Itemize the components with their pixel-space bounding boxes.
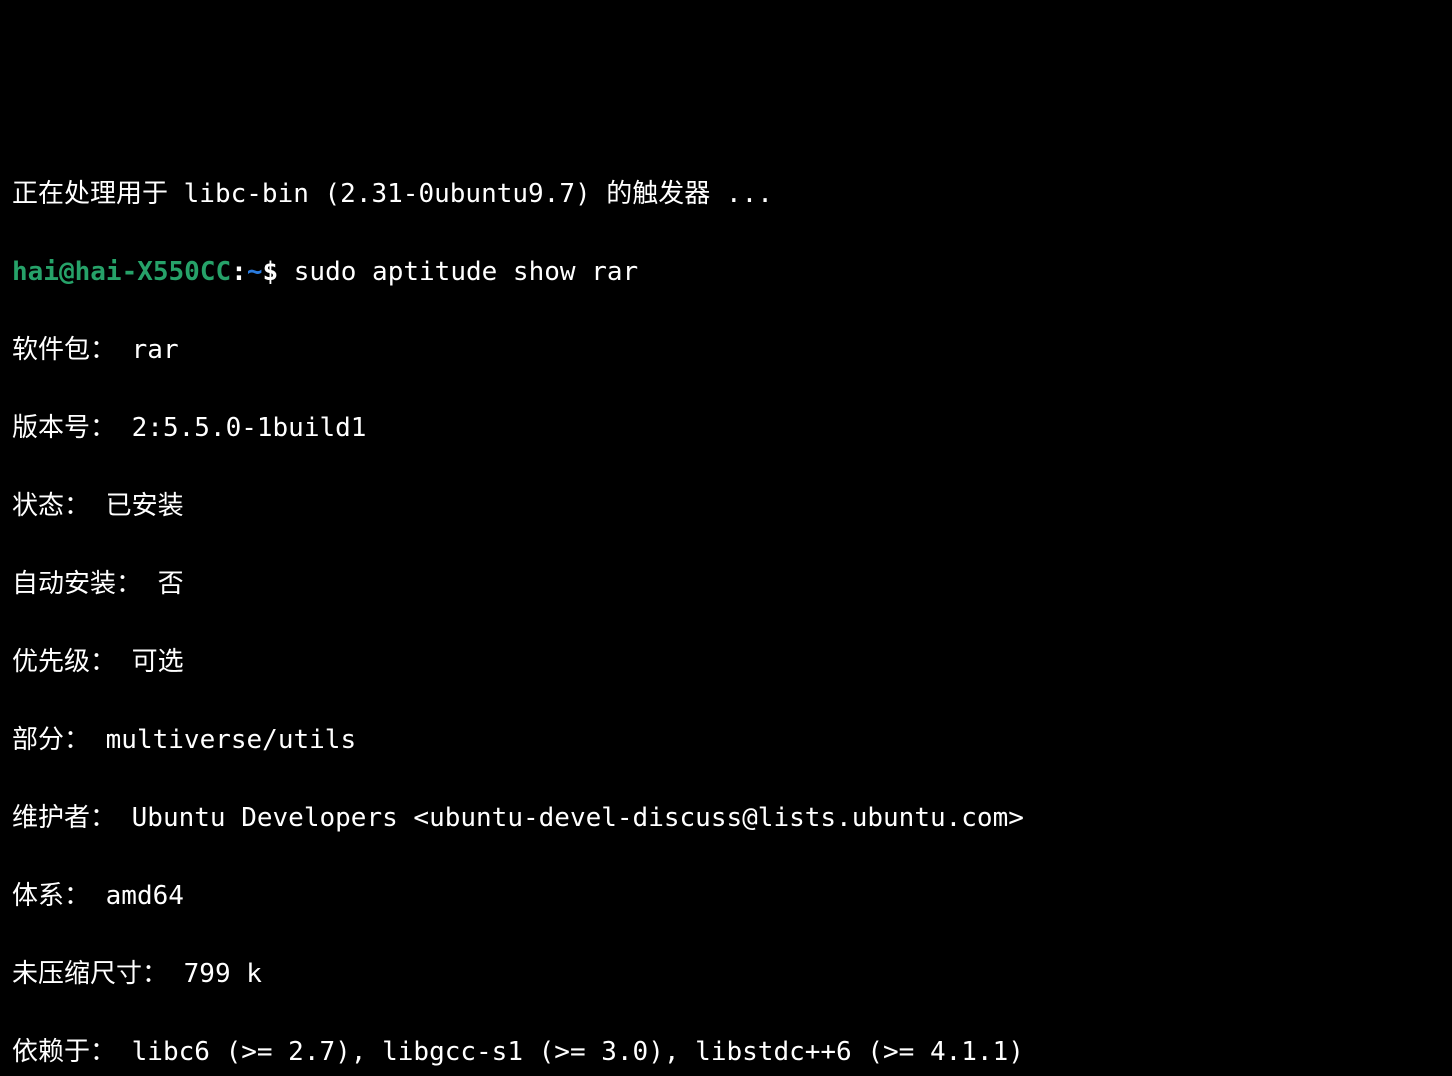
prompt-separator: : <box>231 257 247 287</box>
output-architecture: 体系： amd64 <box>12 877 1440 916</box>
output-version: 版本号： 2:5.5.0-1build1 <box>12 409 1440 448</box>
output-package: 软件包： rar <box>12 331 1440 370</box>
previous-output-line: 正在处理用于 libc-bin (2.31-0ubuntu9.7) 的触发器 .… <box>12 175 1440 214</box>
terminal-output[interactable]: 正在处理用于 libc-bin (2.31-0ubuntu9.7) 的触发器 .… <box>0 156 1452 1076</box>
output-section: 部分： multiverse/utils <box>12 721 1440 760</box>
output-priority: 优先级： 可选 <box>12 643 1440 682</box>
output-auto-installed: 自动安装： 否 <box>12 565 1440 604</box>
output-state: 状态： 已安装 <box>12 487 1440 526</box>
prompt-user-host: hai@hai-X550CC <box>12 257 231 287</box>
command-input: sudo aptitude show rar <box>294 257 638 287</box>
prompt-line: hai@hai-X550CC:~$ sudo aptitude show rar <box>12 253 1440 292</box>
output-uncompressed-size: 未压缩尺寸： 799 k <box>12 955 1440 994</box>
output-maintainer: 维护者： Ubuntu Developers <ubuntu-devel-dis… <box>12 799 1440 838</box>
prompt-dollar: $ <box>262 257 293 287</box>
prompt-path: ~ <box>247 257 263 287</box>
output-depends: 依赖于： libc6 (>= 2.7), libgcc-s1 (>= 3.0),… <box>12 1033 1440 1072</box>
